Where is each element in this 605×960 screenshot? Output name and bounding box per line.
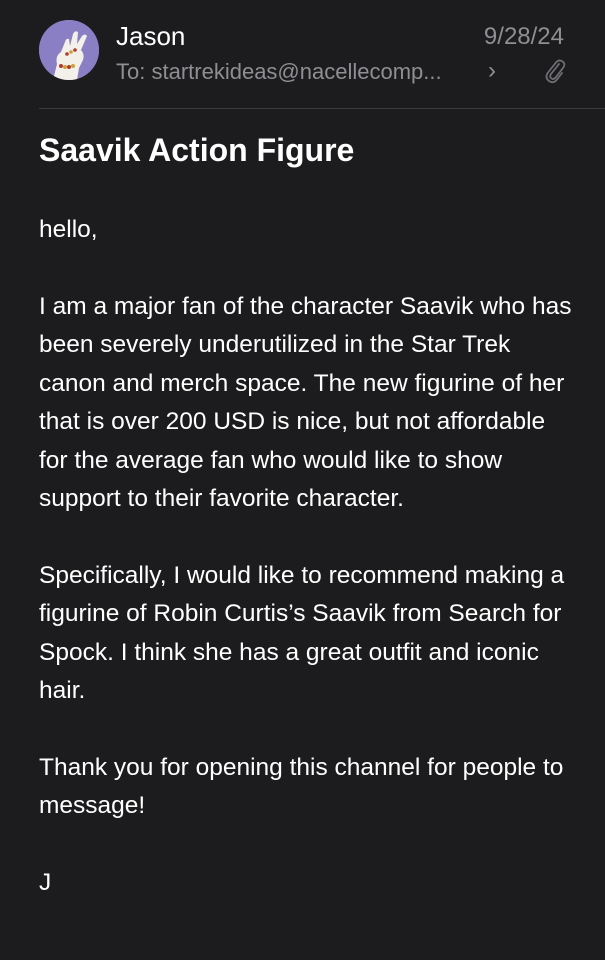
body-signature: J	[39, 868, 52, 896]
recipient-address[interactable]: startrekideas@nacellecomp...	[151, 59, 441, 84]
sender-avatar[interactable]	[39, 20, 99, 80]
header-divider	[39, 108, 605, 109]
sender-name[interactable]: Jason	[116, 20, 185, 52]
message-header: Jason 9/28/24 To: startrekideas@nacellec…	[0, 0, 605, 108]
body-paragraph: Thank you for opening this channel for p…	[39, 753, 564, 820]
message-date: 9/28/24	[483, 23, 564, 50]
message-body: hello, I am a major fan of the character…	[39, 211, 579, 940]
paperclip-icon	[544, 58, 566, 84]
chevron-right-icon[interactable]: ›	[488, 56, 496, 86]
body-paragraph: hello,	[39, 216, 98, 243]
message-subject: Saavik Action Figure	[39, 132, 355, 168]
body-paragraph: Specifically, I would like to recommend …	[39, 561, 565, 705]
recipient-line[interactable]: To: startrekideas@nacellecomp...	[116, 57, 511, 87]
hand-avatar-icon	[39, 20, 99, 80]
body-paragraph: I am a major fan of the character Saavik…	[39, 292, 572, 513]
to-label: To:	[116, 59, 146, 84]
